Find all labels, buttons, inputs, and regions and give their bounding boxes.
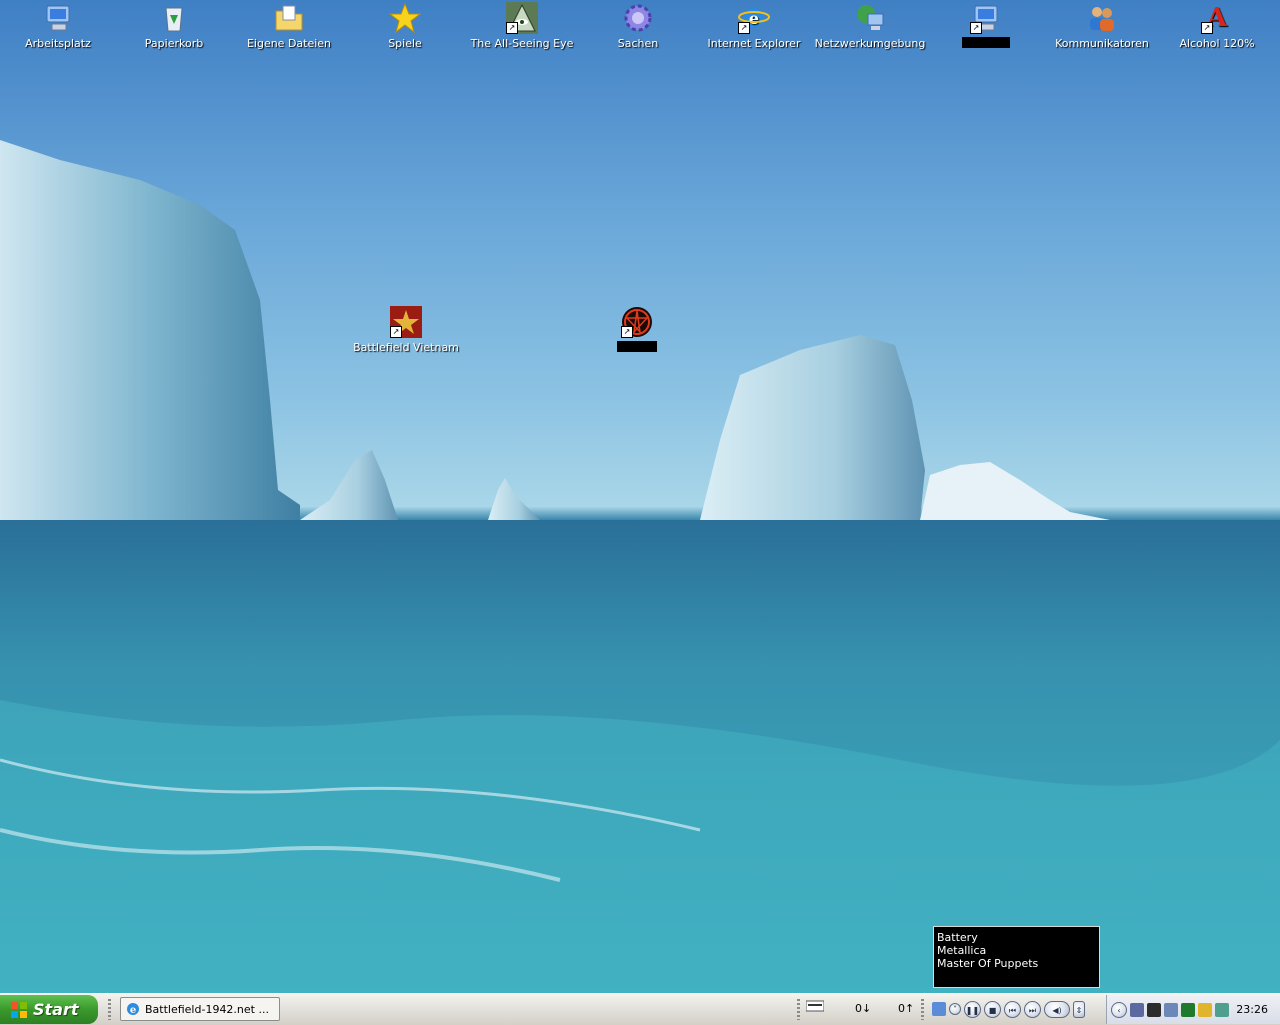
my-documents-icon [273, 2, 305, 34]
icon-label: Arbeitsplatz [25, 37, 91, 50]
desktop-icon-arbeitsplatz[interactable]: Arbeitsplatz [2, 2, 114, 50]
desktop-icon-computer-redacted[interactable]: ↗ [930, 2, 1042, 51]
next-track-button[interactable]: ⏭ [1024, 1000, 1041, 1018]
battlefield-vietnam-icon: ↗ [390, 306, 422, 338]
volume-button[interactable]: ◀) [1044, 1000, 1070, 1018]
pause-button[interactable]: ❚❚ [964, 1000, 981, 1018]
icon-label: Papierkorb [144, 37, 204, 50]
stop-button[interactable]: ■ [984, 1000, 1001, 1018]
computer-icon: ↗ [970, 2, 1002, 34]
network-places-icon [854, 2, 886, 34]
desktop-icon-spiele[interactable]: Spiele [349, 2, 461, 50]
desktop-icon-alcohol-120[interactable]: A ↗ Alcohol 120% [1161, 2, 1273, 50]
now-playing-artist: Metallica [937, 944, 987, 957]
start-label: Start [33, 1000, 79, 1019]
shortcut-arrow-icon: ↗ [738, 22, 750, 34]
icon-label: Spiele [388, 37, 422, 50]
my-computer-icon [42, 2, 74, 34]
desktop-icon-kommunikatoren[interactable]: Kommunikatoren [1046, 2, 1158, 50]
icon-label-redacted [962, 37, 1010, 48]
shortcut-arrow-icon: ↗ [1201, 22, 1213, 34]
now-playing-album: Master Of Puppets [937, 957, 1039, 970]
now-playing-track: Battery [937, 931, 978, 944]
tray-monitor-icon[interactable] [1147, 1002, 1161, 1017]
users-icon [1086, 2, 1118, 34]
svg-text:e: e [130, 1005, 136, 1016]
shortcut-arrow-icon: ↗ [390, 326, 402, 338]
now-playing-popup: Battery Metallica Master Of Puppets [933, 926, 1100, 988]
all-seeing-eye-icon: ↗ [506, 2, 538, 34]
previous-track-button[interactable]: ⏮ [1004, 1000, 1021, 1018]
media-restore-button[interactable]: ⇕ [1073, 1000, 1085, 1018]
tray-app-icon[interactable] [1130, 1002, 1144, 1017]
icon-label: Alcohol 120% [1179, 37, 1255, 50]
media-player-icon[interactable] [932, 1002, 946, 1016]
taskbar-window-label: Battlefield-1942.net ... [145, 1002, 269, 1016]
shortcut-arrow-icon: ↗ [621, 326, 633, 338]
icon-label: Kommunikatoren [1055, 37, 1149, 50]
icon-label: The All-Seeing Eye [470, 37, 574, 50]
wallpaper-icebergs [0, 140, 1280, 993]
system-tray: ‹ 23:26 [1106, 995, 1280, 1024]
gear-folder-icon [622, 2, 654, 34]
tray-speaker-icon[interactable] [1215, 1002, 1229, 1017]
taskbar: Start e Battlefield-1942.net ... 0↓ 0↑ ˅… [0, 993, 1280, 1025]
media-menu-chevron-icon[interactable]: ˅ [949, 1003, 961, 1015]
toolbar-grip[interactable] [921, 999, 924, 1020]
network-meter-icon[interactable] [805, 999, 825, 1019]
tray-expand-chevron-icon[interactable]: ‹ [1111, 1001, 1127, 1018]
star-icon [388, 2, 422, 34]
desktop-icon-internet-explorer[interactable]: e ↗ Internet Explorer [698, 2, 810, 50]
icon-label: Battlefield Vietnam [353, 341, 459, 354]
clock[interactable]: 23:26 [1236, 1003, 1268, 1016]
icon-label: Internet Explorer [707, 37, 801, 50]
internet-explorer-icon: e [127, 1003, 139, 1016]
desktop-icon-eigene-dateien[interactable]: Eigene Dateien [233, 2, 345, 50]
recycle-bin-icon [158, 2, 190, 34]
net-download-rate: 0↓ [855, 1002, 872, 1015]
icon-label: Sachen [617, 37, 659, 50]
desktop[interactable]: Arbeitsplatz Papierkorb Eigene Dateien S… [0, 0, 1280, 993]
tray-folder-icon[interactable] [1198, 1002, 1212, 1017]
desktop-icon-battlefield-vietnam[interactable]: ↗ Battlefield Vietnam [350, 306, 462, 354]
tray-security-icon[interactable] [1181, 1002, 1195, 1017]
tray-network-icon[interactable] [1164, 1002, 1178, 1017]
shortcut-arrow-icon: ↗ [970, 22, 982, 34]
toolbar-grip[interactable] [797, 999, 800, 1020]
media-player-toolbar: ˅ ❚❚ ■ ⏮ ⏭ ◀) ⇕ [932, 997, 1104, 1021]
icon-label-redacted [617, 341, 657, 352]
desktop-icon-papierkorb[interactable]: Papierkorb [118, 2, 230, 50]
desktop-icon-sachen[interactable]: Sachen [582, 2, 694, 50]
desktop-icon-pentagram-redacted[interactable]: ↗ [581, 306, 693, 355]
taskbar-window-button[interactable]: e Battlefield-1942.net ... [120, 997, 280, 1021]
internet-explorer-icon: e ↗ [738, 2, 770, 34]
pentagram-icon: ↗ [621, 306, 653, 338]
start-button[interactable]: Start [0, 995, 98, 1024]
net-upload-rate: 0↑ [898, 1002, 915, 1015]
icon-label: Eigene Dateien [246, 37, 332, 50]
windows-logo-icon [11, 1001, 27, 1018]
alcohol-120-icon: A ↗ [1201, 2, 1233, 34]
taskbar-grip[interactable] [108, 999, 111, 1020]
desktop-icon-netzwerkumgebung[interactable]: Netzwerkumgebung [814, 2, 926, 50]
icon-label: Netzwerkumgebung [814, 37, 926, 50]
shortcut-arrow-icon: ↗ [506, 22, 518, 34]
desktop-icon-all-seeing-eye[interactable]: ↗ The All-Seeing Eye [466, 2, 578, 50]
